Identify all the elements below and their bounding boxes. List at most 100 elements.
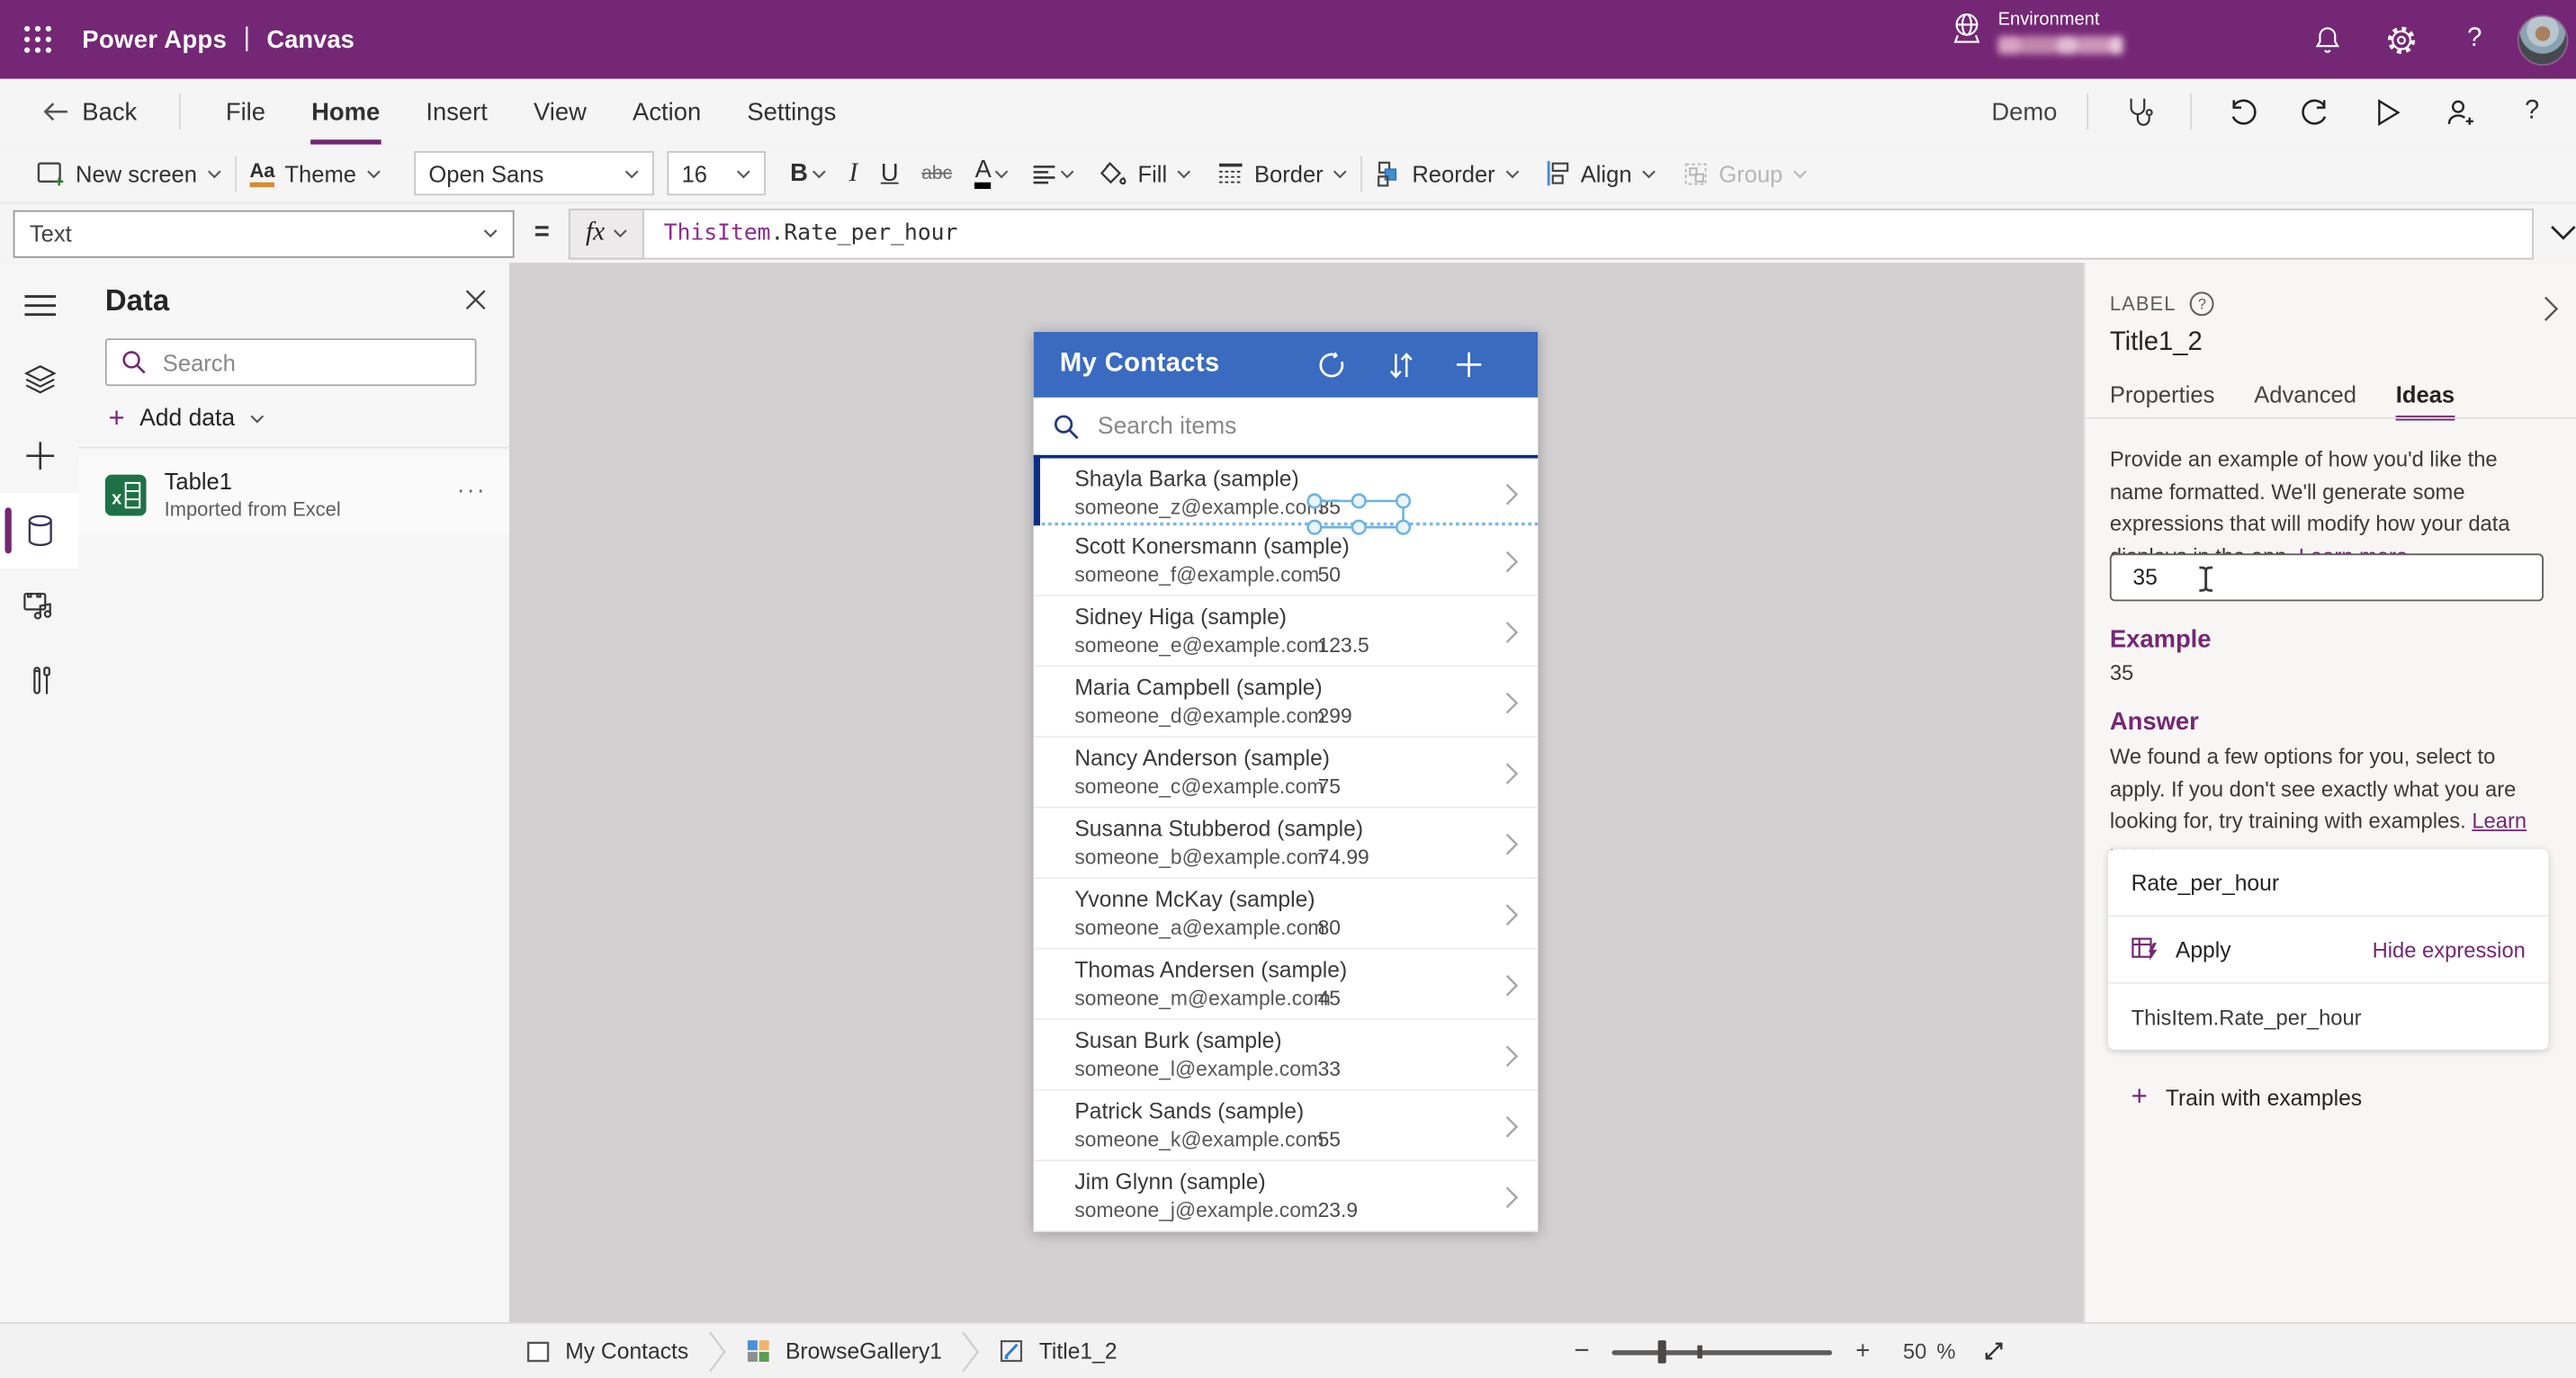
waffle-icon[interactable]	[23, 24, 53, 54]
settings-button[interactable]	[2373, 0, 2428, 79]
zoom-slider-track[interactable]	[1612, 1349, 1833, 1355]
table-more-button[interactable]: ···	[457, 477, 487, 505]
hide-expression-link[interactable]: Hide expression	[2373, 937, 2526, 962]
rail-media-button[interactable]	[0, 568, 79, 644]
fit-to-window-button[interactable]	[1982, 1338, 2006, 1363]
contact-row[interactable]: Susan Burk (sample) someone_l@example.co…	[1033, 1020, 1539, 1091]
contact-rate[interactable]: 35	[1318, 497, 1341, 520]
refresh-button[interactable]	[1306, 332, 1356, 398]
chevron-down-icon	[614, 229, 627, 238]
add-data-label: Add data	[139, 406, 236, 433]
suggestion-field-row[interactable]: Rate_per_hour	[2108, 849, 2548, 915]
font-color-button[interactable]: A	[964, 148, 1021, 198]
zoom-out-button[interactable]: −	[1565, 1337, 1600, 1366]
breadcrumb-label-control[interactable]: Title1_2	[1000, 1338, 1117, 1364]
menu-view[interactable]: View	[532, 94, 588, 129]
avatar[interactable]	[2517, 14, 2569, 67]
redo-button[interactable]	[2293, 87, 2336, 137]
font-family-select[interactable]: Open Sans	[413, 151, 654, 196]
contact-row[interactable]: Sidney Higa (sample) someone_e@example.c…	[1033, 595, 1539, 667]
add-data-button[interactable]: + Add data	[109, 402, 265, 435]
help-menu-button[interactable]: ?	[2510, 87, 2553, 137]
text-align-button[interactable]	[1021, 148, 1087, 198]
zoom-in-button[interactable]: +	[1845, 1338, 1880, 1365]
formula-bar-expand-button[interactable]	[2550, 225, 2576, 241]
strikethrough-button[interactable]: abc	[910, 148, 963, 198]
contact-row[interactable]: Shayla Barka (sample) someone_z@example.…	[1033, 454, 1539, 526]
app-checker-button[interactable]	[2118, 87, 2160, 137]
back-button[interactable]: Back	[42, 98, 137, 126]
sort-button[interactable]	[1376, 332, 1425, 398]
zoom-slider-handle[interactable]	[1658, 1339, 1667, 1363]
menu-action[interactable]: Action	[631, 94, 703, 129]
example-heading: Example	[2109, 625, 2212, 654]
contact-name: Jim Glynn (sample)	[1074, 1169, 1266, 1195]
zoom-slider[interactable]	[1612, 1339, 1833, 1363]
data-panel-close-button[interactable]	[465, 289, 487, 310]
contact-row[interactable]: Nancy Anderson (sample) someone_c@exampl…	[1033, 737, 1539, 809]
preview-button[interactable]	[2366, 87, 2409, 137]
underline-button[interactable]: U	[869, 148, 910, 198]
share-button[interactable]	[2438, 87, 2481, 137]
menu-home[interactable]: Home	[310, 94, 381, 144]
contact-row[interactable]: Patrick Sands (sample) someone_k@example…	[1033, 1090, 1539, 1162]
suggestion-card[interactable]: Rate_per_hour Apply Hide expression This…	[2108, 849, 2549, 1050]
panel-collapse-button[interactable]	[2544, 296, 2559, 322]
gallery-search-input[interactable]	[1094, 411, 1463, 442]
environment-globe-icon	[1953, 13, 1980, 43]
rail-screens-button[interactable]	[0, 342, 79, 417]
rail-tree-view-toggle[interactable]	[0, 268, 79, 344]
rail-advanced-tools-button[interactable]	[0, 642, 79, 718]
canvas-area[interactable]: My Contacts Search items Shayla Barka (s…	[509, 263, 2084, 1323]
reorder-button[interactable]: Reorder	[1363, 160, 1533, 186]
tab-ideas[interactable]: Ideas	[2395, 381, 2455, 421]
align-button[interactable]: Align	[1533, 160, 1670, 186]
suggestion-expression-row[interactable]: ThisItem.Rate_per_hour	[2108, 982, 2549, 1050]
new-screen-button[interactable]: New screen	[23, 160, 235, 186]
tab-advanced[interactable]: Advanced	[2254, 381, 2356, 421]
rail-data-button[interactable]	[0, 492, 79, 568]
notifications-button[interactable]	[2299, 0, 2355, 79]
contact-row[interactable]: Jim Glynn (sample) someone_j@example.com…	[1033, 1161, 1539, 1232]
breadcrumb-screen[interactable]: My Contacts	[525, 1338, 688, 1364]
data-search-box[interactable]	[104, 338, 477, 387]
property-select[interactable]: Text	[13, 209, 515, 257]
rail-insert-button[interactable]	[0, 417, 79, 493]
example-input[interactable]	[2129, 563, 2531, 592]
app-screen[interactable]: My Contacts Search items Shayla Barka (s…	[1033, 331, 1539, 1232]
breadcrumb-gallery[interactable]: BrowseGallery1	[746, 1338, 942, 1364]
theme-button[interactable]: Aa Theme	[237, 159, 394, 187]
contact-name: Susanna Stubberod (sample)	[1074, 816, 1364, 842]
suggestion-apply-row[interactable]: Apply Hide expression	[2108, 915, 2549, 982]
tab-properties[interactable]: Properties	[2110, 381, 2215, 421]
example-input-box[interactable]	[2109, 553, 2544, 602]
fill-button[interactable]: Fill	[1087, 160, 1205, 186]
contact-row[interactable]: Maria Campbell (sample) someone_d@exampl…	[1033, 667, 1539, 738]
border-icon	[1219, 163, 1243, 183]
divider	[78, 446, 510, 449]
contact-row[interactable]: Scott Konersmann (sample) someone_f@exam…	[1033, 525, 1539, 596]
border-button[interactable]: Border	[1205, 160, 1361, 186]
add-item-button[interactable]	[1444, 332, 1494, 398]
train-with-examples-button[interactable]: + Train with examples	[2132, 1081, 2363, 1114]
environment-picker[interactable]: Environment	[1949, 8, 2123, 55]
menu-file[interactable]: File	[224, 94, 267, 129]
menu-settings[interactable]: Settings	[746, 94, 839, 129]
bold-button[interactable]: B	[778, 148, 837, 198]
help-button[interactable]: ?	[2446, 0, 2502, 79]
undo-button[interactable]	[2221, 87, 2264, 137]
formula-input[interactable]: ThisItem .Rate_per_hour	[642, 208, 2535, 259]
menu-insert[interactable]: Insert	[425, 94, 489, 129]
font-size-select[interactable]: 16	[667, 151, 766, 196]
italic-button[interactable]: I	[838, 148, 869, 198]
property-value: Text	[29, 219, 72, 246]
help-circle-icon[interactable]: ?	[2189, 291, 2215, 317]
gallery-search-box[interactable]	[1033, 397, 1539, 455]
data-source-row[interactable]: x Table1 Imported from Excel ···	[78, 456, 510, 532]
contact-email: someone_l@example.com	[1074, 1058, 1318, 1081]
contact-row[interactable]: Susanna Stubberod (sample) someone_b@exa…	[1033, 808, 1539, 880]
contact-row[interactable]: Thomas Andersen (sample) someone_m@examp…	[1033, 949, 1539, 1021]
fx-button[interactable]: fx	[569, 208, 643, 259]
contact-row[interactable]: Yvonne McKay (sample) someone_a@example.…	[1033, 879, 1539, 950]
data-search-input[interactable]	[159, 347, 445, 378]
